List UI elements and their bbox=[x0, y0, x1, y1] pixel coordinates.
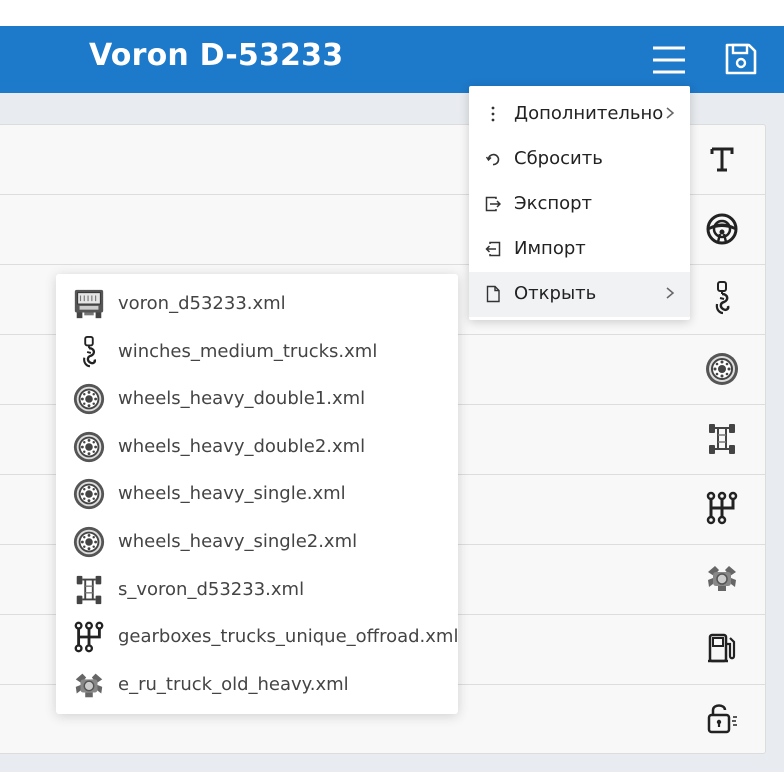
file-name: voron_d53233.xml bbox=[118, 293, 286, 314]
file-icon bbox=[485, 285, 501, 303]
gearbox-icon bbox=[704, 490, 740, 526]
import-icon bbox=[485, 240, 501, 258]
menu-item-additional[interactable]: Дополнительно bbox=[469, 92, 690, 137]
vertical-ellipsis-icon bbox=[485, 105, 501, 123]
menu-item-label: Сбросить bbox=[514, 148, 603, 169]
file-item[interactable]: wheels_heavy_single.xml bbox=[56, 470, 458, 518]
file-item[interactable]: wheels_heavy_double2.xml bbox=[56, 423, 458, 471]
menu-item-reset[interactable]: Сбросить bbox=[469, 137, 690, 182]
file-item[interactable]: wheels_heavy_single2.xml bbox=[56, 518, 458, 566]
file-name: wheels_heavy_double2.xml bbox=[118, 436, 366, 457]
unlock-icon bbox=[704, 700, 740, 736]
chevron-right-icon bbox=[665, 284, 675, 302]
chassis-icon bbox=[72, 573, 106, 607]
menu-item-import[interactable]: Импорт bbox=[469, 227, 690, 272]
menu-item-label: Открыть bbox=[514, 283, 597, 304]
file-name: wheels_heavy_single.xml bbox=[118, 483, 346, 504]
text-icon bbox=[704, 141, 740, 177]
file-item[interactable]: wheels_heavy_double1.xml bbox=[56, 375, 458, 423]
winch-hook-icon bbox=[704, 280, 740, 316]
truck-icon bbox=[72, 287, 106, 321]
steering-wheel-icon bbox=[704, 211, 740, 247]
dropdown-menu: Дополнительно Сбросить Экспорт Импорт От… bbox=[469, 86, 690, 320]
menu-item-label: Экспорт bbox=[514, 193, 593, 214]
reset-icon bbox=[485, 150, 501, 168]
file-item[interactable]: winches_medium_trucks.xml bbox=[56, 328, 458, 376]
file-item[interactable]: voron_d53233.xml bbox=[56, 280, 458, 328]
wheel-icon bbox=[72, 525, 106, 559]
file-item[interactable]: e_ru_truck_old_heavy.xml bbox=[56, 661, 458, 709]
app-header: Voron D-53233 bbox=[0, 26, 784, 93]
chassis-icon bbox=[704, 421, 740, 457]
hamburger-menu-icon[interactable] bbox=[652, 45, 686, 75]
fuel-pump-icon bbox=[704, 630, 740, 666]
chevron-right-icon bbox=[665, 104, 675, 122]
file-name: e_ru_truck_old_heavy.xml bbox=[118, 674, 349, 695]
menu-item-label: Дополнительно bbox=[514, 103, 664, 124]
menu-item-open[interactable]: Открыть bbox=[469, 272, 690, 317]
engine-icon bbox=[704, 560, 740, 596]
file-name: wheels_heavy_double1.xml bbox=[118, 388, 366, 409]
engine-icon bbox=[72, 668, 106, 702]
export-icon bbox=[485, 195, 501, 213]
winch-hook-icon bbox=[72, 335, 106, 369]
file-name: wheels_heavy_single2.xml bbox=[118, 531, 358, 552]
file-name: winches_medium_trucks.xml bbox=[118, 341, 378, 362]
wheel-icon bbox=[72, 430, 106, 464]
file-item[interactable]: gearboxes_trucks_unique_offroad.xml bbox=[56, 613, 458, 661]
floppy-disk-icon[interactable] bbox=[724, 42, 758, 76]
wheel-icon bbox=[72, 382, 106, 416]
menu-item-label: Импорт bbox=[514, 238, 586, 259]
menu-item-export[interactable]: Экспорт bbox=[469, 182, 690, 227]
file-name: s_voron_d53233.xml bbox=[118, 579, 305, 600]
wheel-icon bbox=[704, 351, 740, 387]
wheel-icon bbox=[72, 477, 106, 511]
file-name: gearboxes_trucks_unique_offroad.xml bbox=[118, 626, 459, 647]
page-title: Voron D-53233 bbox=[89, 38, 344, 73]
file-item[interactable]: s_voron_d53233.xml bbox=[56, 566, 458, 614]
gearbox-icon bbox=[72, 620, 106, 654]
open-file-submenu: voron_d53233.xml winches_medium_trucks.x… bbox=[56, 274, 458, 714]
top-strip bbox=[0, 0, 784, 26]
